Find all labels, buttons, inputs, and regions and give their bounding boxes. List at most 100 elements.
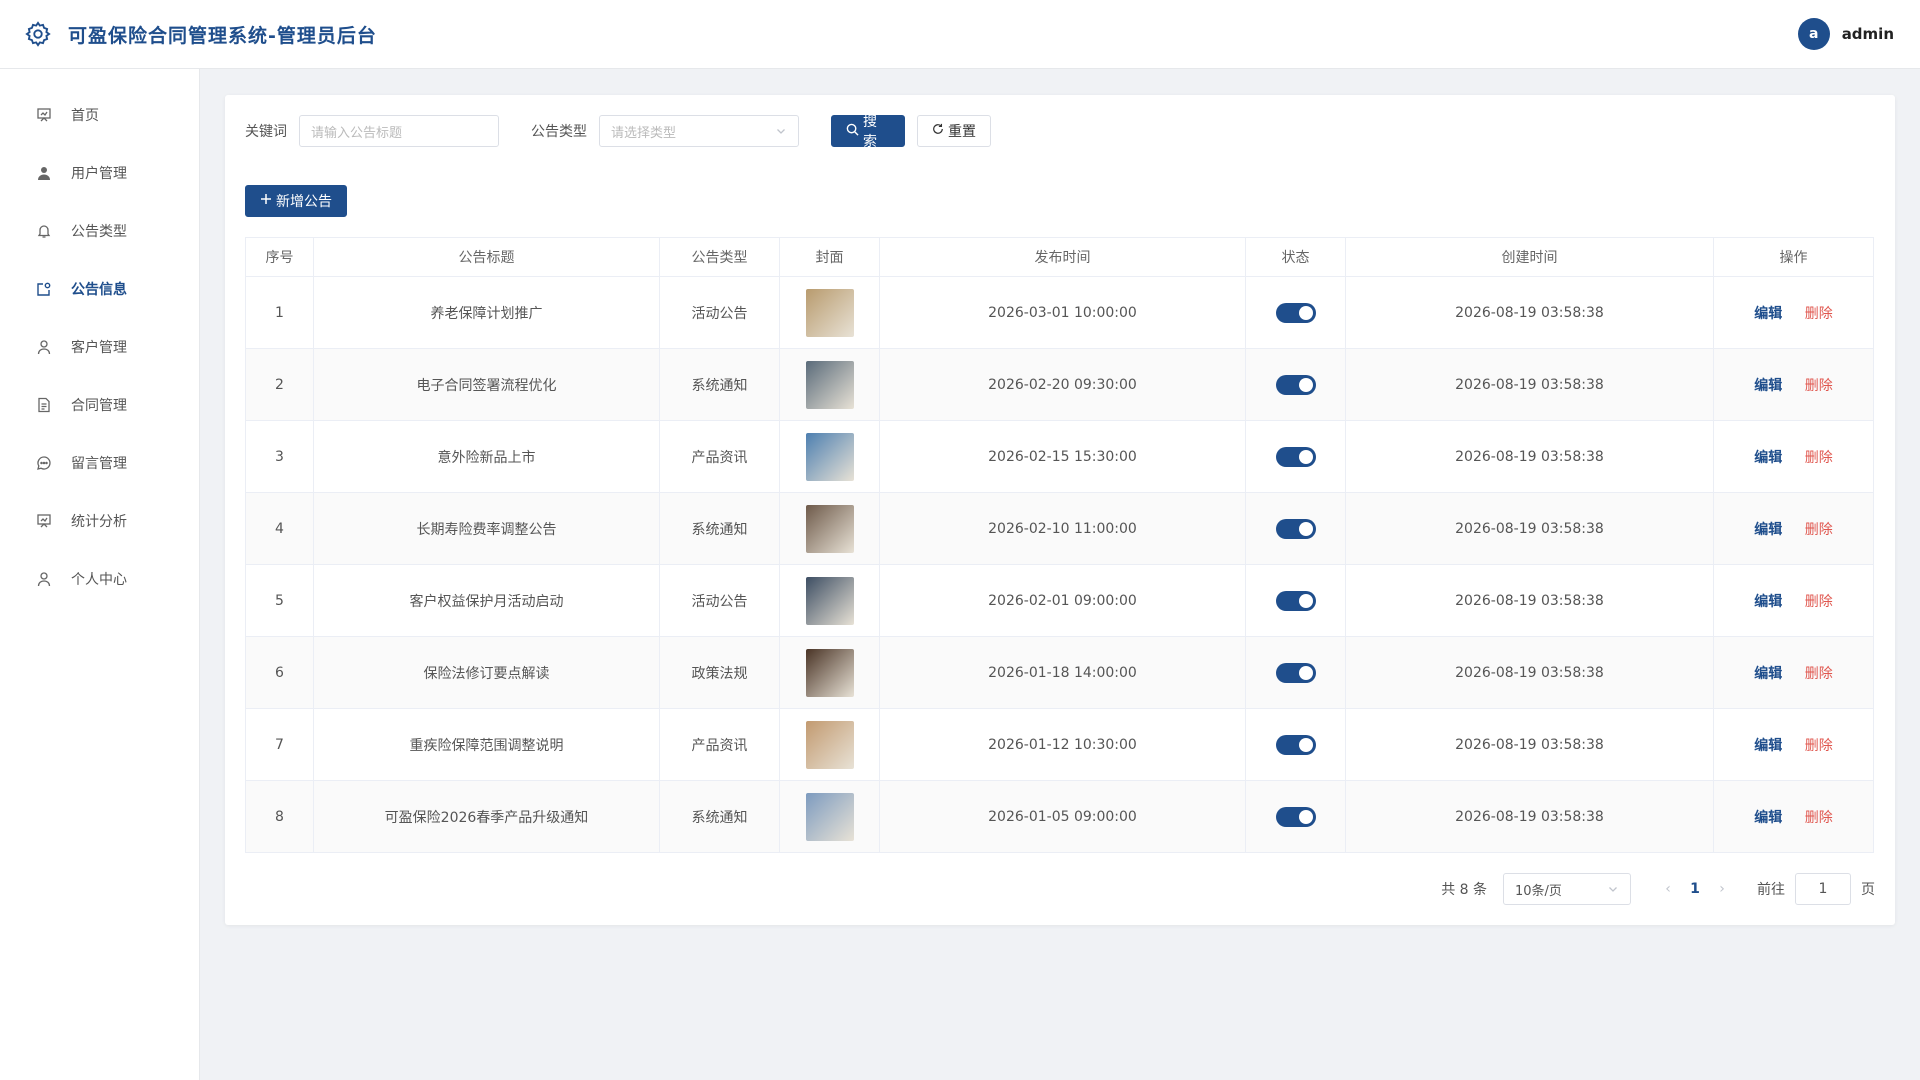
cell-type: 政策法规 bbox=[659, 636, 780, 709]
column-header: 操作 bbox=[1713, 237, 1874, 277]
cell-type: 活动公告 bbox=[659, 564, 780, 637]
sidebar-item-customers[interactable]: 客户管理 bbox=[0, 318, 199, 376]
next-page-icon[interactable]: › bbox=[1709, 881, 1735, 897]
table-row: 1 养老保障计划推广 活动公告 2026-03-01 10:00:00 2026… bbox=[245, 276, 1874, 349]
cell-cover bbox=[779, 636, 880, 709]
column-header: 序号 bbox=[245, 237, 314, 277]
cover-image[interactable] bbox=[805, 432, 854, 481]
edit-button[interactable]: 编辑 bbox=[1754, 378, 1782, 394]
avatar[interactable]: a bbox=[1797, 18, 1830, 50]
edit-button[interactable]: 编辑 bbox=[1754, 738, 1782, 754]
prev-page-icon[interactable]: ‹ bbox=[1655, 881, 1681, 897]
username[interactable]: admin bbox=[1842, 25, 1894, 43]
gear-icon bbox=[24, 20, 52, 48]
cell-type: 产品资讯 bbox=[659, 420, 780, 493]
delete-button[interactable]: 删除 bbox=[1805, 666, 1833, 682]
type-select[interactable]: 请选择类型 bbox=[599, 115, 799, 147]
cell-cover bbox=[779, 492, 880, 565]
delete-button[interactable]: 删除 bbox=[1805, 450, 1833, 466]
cell-created-time: 2026-08-19 03:58:38 bbox=[1345, 420, 1714, 493]
total-count: 共 8 条 bbox=[1441, 882, 1487, 898]
top-header: 可盈保险合同管理系统-管理员后台 a admin bbox=[0, 0, 1920, 69]
keyword-input[interactable]: 请输入公告标题 bbox=[299, 115, 499, 147]
cover-image[interactable] bbox=[805, 576, 854, 625]
edit-button[interactable]: 编辑 bbox=[1754, 594, 1782, 610]
delete-button[interactable]: 删除 bbox=[1805, 522, 1833, 538]
cell-actions: 编辑 删除 bbox=[1713, 636, 1874, 709]
delete-button[interactable]: 删除 bbox=[1805, 378, 1833, 394]
cover-image[interactable] bbox=[805, 720, 854, 769]
cell-created-time: 2026-08-19 03:58:38 bbox=[1345, 636, 1714, 709]
cell-status bbox=[1245, 420, 1346, 493]
chart-board-icon bbox=[35, 512, 53, 530]
edit-button[interactable]: 编辑 bbox=[1754, 522, 1782, 538]
delete-button[interactable]: 删除 bbox=[1805, 594, 1833, 610]
delete-button[interactable]: 删除 bbox=[1805, 810, 1833, 826]
cell-actions: 编辑 删除 bbox=[1713, 708, 1874, 781]
edit-button[interactable]: 编辑 bbox=[1754, 306, 1782, 322]
sidebar-item-notices[interactable]: 公告信息 bbox=[0, 260, 199, 318]
column-header: 发布时间 bbox=[879, 237, 1246, 277]
edit-button[interactable]: 编辑 bbox=[1754, 810, 1782, 826]
user-menu[interactable]: a admin bbox=[1797, 18, 1894, 50]
chevron-down-icon bbox=[1607, 883, 1619, 895]
cell-title: 长期寿险费率调整公告 bbox=[313, 492, 660, 565]
cover-image[interactable] bbox=[805, 288, 854, 337]
column-header: 封面 bbox=[779, 237, 880, 277]
sidebar-item-users[interactable]: 用户管理 bbox=[0, 144, 199, 202]
edit-button[interactable]: 编辑 bbox=[1754, 450, 1782, 466]
status-toggle[interactable] bbox=[1275, 446, 1316, 467]
sidebar-item-statistics[interactable]: 统计分析 bbox=[0, 492, 199, 550]
cell-title: 可盈保险2026春季产品升级通知 bbox=[313, 780, 660, 853]
cell-status bbox=[1245, 708, 1346, 781]
goto-suffix: 页 bbox=[1861, 882, 1875, 898]
sidebar-item-home[interactable]: 首页 bbox=[0, 86, 199, 144]
plus-icon bbox=[260, 193, 272, 209]
sidebar-item-notice-types[interactable]: 公告类型 bbox=[0, 202, 199, 260]
table-header-row: 序号 公告标题 公告类型 封面 发布时间 状态 创建时间 操作 bbox=[245, 237, 1874, 277]
cell-no: 2 bbox=[245, 348, 314, 421]
cover-image[interactable] bbox=[805, 648, 854, 697]
add-notice-button[interactable]: 新增公告 bbox=[245, 185, 347, 217]
delete-button[interactable]: 删除 bbox=[1805, 306, 1833, 322]
cell-title: 客户权益保护月活动启动 bbox=[313, 564, 660, 637]
search-bar: 关键词 请输入公告标题 公告类型 请选择类型 搜索 重置 bbox=[245, 114, 991, 150]
status-toggle[interactable] bbox=[1275, 518, 1316, 539]
search-icon bbox=[846, 123, 859, 140]
cell-publish-time: 2026-02-15 15:30:00 bbox=[879, 420, 1246, 493]
sidebar-item-profile[interactable]: 个人中心 bbox=[0, 550, 199, 608]
status-toggle[interactable] bbox=[1275, 590, 1316, 611]
bell-icon bbox=[35, 222, 53, 240]
page-number[interactable]: 1 bbox=[1681, 881, 1709, 897]
status-toggle[interactable] bbox=[1275, 734, 1316, 755]
cell-publish-time: 2026-01-18 14:00:00 bbox=[879, 636, 1246, 709]
sidebar-item-label: 合同管理 bbox=[71, 398, 127, 414]
status-toggle[interactable] bbox=[1275, 806, 1316, 827]
delete-button[interactable]: 删除 bbox=[1805, 738, 1833, 754]
status-toggle[interactable] bbox=[1275, 302, 1316, 323]
cell-created-time: 2026-08-19 03:58:38 bbox=[1345, 276, 1714, 349]
sidebar-item-label: 客户管理 bbox=[71, 340, 127, 356]
cover-image[interactable] bbox=[805, 360, 854, 409]
sidebar-item-contracts[interactable]: 合同管理 bbox=[0, 376, 199, 434]
cover-image[interactable] bbox=[805, 504, 854, 553]
sidebar-item-messages[interactable]: 留言管理 bbox=[0, 434, 199, 492]
cover-image[interactable] bbox=[805, 792, 854, 841]
status-toggle[interactable] bbox=[1275, 374, 1316, 395]
cell-created-time: 2026-08-19 03:58:38 bbox=[1345, 564, 1714, 637]
cell-created-time: 2026-08-19 03:58:38 bbox=[1345, 780, 1714, 853]
edit-button[interactable]: 编辑 bbox=[1754, 666, 1782, 682]
goto-page-input[interactable]: 1 bbox=[1795, 873, 1851, 905]
cell-created-time: 2026-08-19 03:58:38 bbox=[1345, 348, 1714, 421]
cell-no: 7 bbox=[245, 708, 314, 781]
chevron-down-icon bbox=[775, 125, 787, 137]
search-button[interactable]: 搜索 bbox=[831, 114, 905, 150]
table-row: 8 可盈保险2026春季产品升级通知 系统通知 2026-01-05 09:00… bbox=[245, 780, 1874, 853]
cell-cover bbox=[779, 348, 880, 421]
status-toggle[interactable] bbox=[1275, 662, 1316, 683]
sidebar-item-label: 用户管理 bbox=[71, 166, 127, 182]
cell-cover bbox=[779, 564, 880, 637]
reset-button[interactable]: 重置 bbox=[917, 115, 991, 147]
page-size-select[interactable]: 10条/页 bbox=[1503, 873, 1631, 905]
sidebar-item-label: 统计分析 bbox=[71, 514, 127, 530]
